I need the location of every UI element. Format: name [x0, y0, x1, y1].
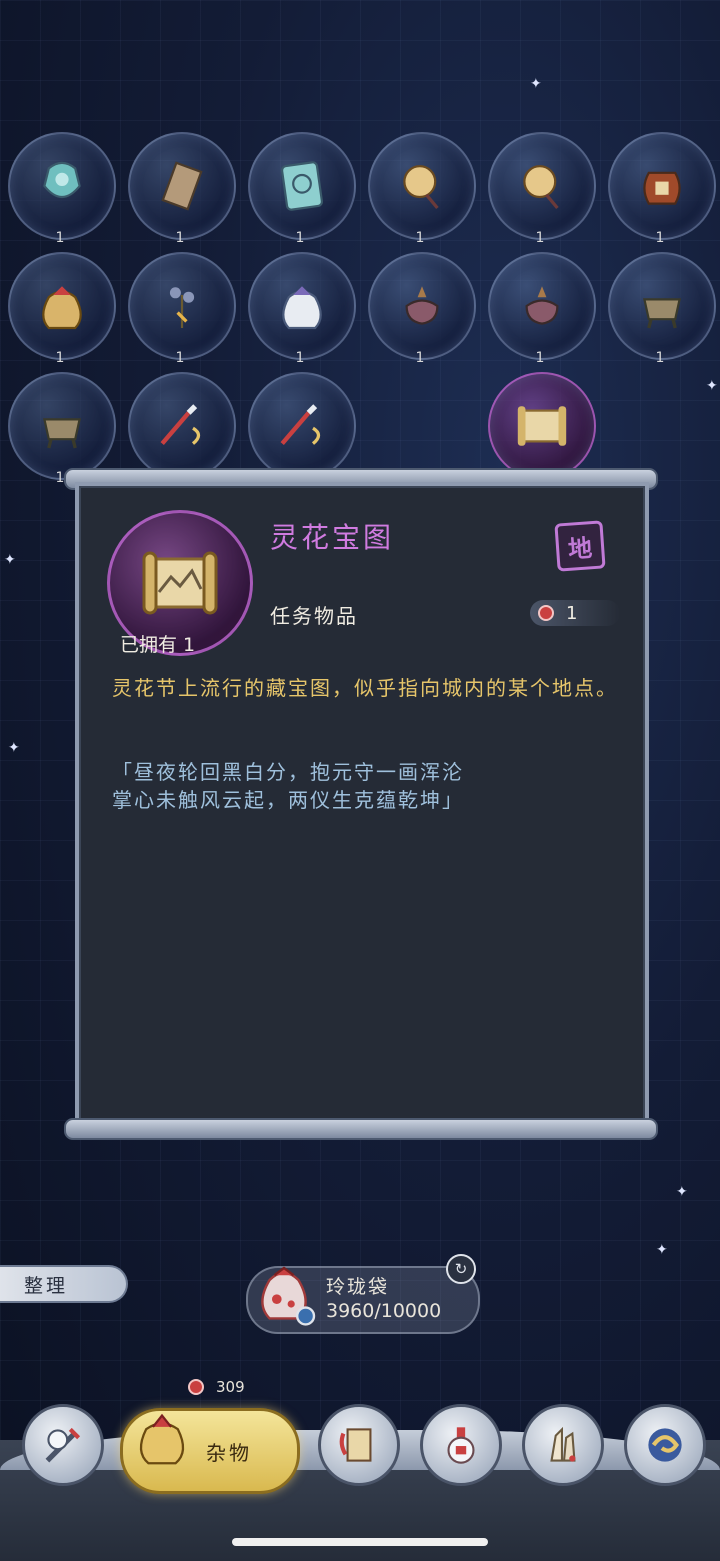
inventory-slot[interactable]	[8, 132, 116, 240]
slot-count: 1	[55, 350, 65, 366]
scroll-paper-icon	[161, 161, 203, 211]
slot-count: 1	[415, 350, 425, 366]
item-description: 灵花节上流行的藏宝图，似乎指向城内的某个地点。	[112, 676, 618, 700]
home-indicator	[232, 1538, 488, 1546]
coin-icon	[188, 1379, 204, 1395]
spiral-icon	[648, 1428, 682, 1462]
tab-potion[interactable]	[420, 1404, 502, 1486]
bag-name: 玲珑袋	[326, 1276, 390, 1298]
bronze-cauldron-icon	[43, 418, 81, 449]
slot-count: 1	[655, 350, 665, 366]
star-decoration: ✦	[676, 1184, 688, 1200]
inventory-slot[interactable]	[248, 252, 356, 360]
item-title: 灵花宝图	[270, 521, 395, 554]
tab-misc-label: 杂物	[206, 1441, 252, 1465]
bronze-cauldron-icon	[643, 298, 681, 329]
item-poem: 「昼夜轮回黑白分，抱元守一画浑沦 掌心未触风云起，两仪生克蕴乾坤」	[112, 758, 622, 814]
star-decoration: ✦	[530, 76, 542, 92]
lucky-bag-icon	[261, 1266, 316, 1326]
coin-icon	[538, 605, 554, 621]
poem-line: 掌心未触风云起，两仪生克蕴乾坤」	[112, 788, 464, 812]
misc-pouch-icon	[139, 1413, 185, 1465]
flower-sprig-icon	[169, 287, 195, 328]
inventory-slot[interactable]	[248, 132, 356, 240]
brush-icon	[160, 404, 201, 446]
panel-bottom-rod	[64, 1118, 658, 1140]
misc-count-value: 309	[216, 1378, 245, 1396]
treasure-map-icon	[517, 406, 567, 446]
brush-icon	[280, 404, 321, 446]
misc-count: 309	[188, 1378, 245, 1396]
tab-spiral[interactable]	[624, 1404, 706, 1486]
owned-count: 已拥有 1	[120, 634, 196, 656]
inventory-slot[interactable]	[608, 252, 716, 360]
gold-medallion-icon	[523, 165, 559, 210]
organize-button[interactable]: 整理	[0, 1265, 128, 1303]
bag-capacity: 3960/10000	[326, 1300, 442, 1322]
incense-burner-icon	[405, 286, 439, 325]
potion-icon	[447, 1427, 475, 1464]
grade-badge: 地	[554, 520, 606, 572]
slot-count: 1	[295, 230, 305, 246]
slot-count: 1	[415, 230, 425, 246]
inventory-slot[interactable]	[488, 132, 596, 240]
inventory-slot[interactable]	[128, 132, 236, 240]
inventory-slot[interactable]	[248, 372, 356, 480]
inventory-slot[interactable]	[368, 132, 476, 240]
inventory-slot[interactable]	[128, 252, 236, 360]
weapon-icon	[45, 1427, 81, 1463]
wine-jar-icon	[643, 171, 681, 205]
inventory-slot[interactable]	[608, 132, 716, 240]
inventory-slot[interactable]	[128, 372, 236, 480]
star-decoration: ✦	[8, 740, 20, 756]
slot-count: 1	[175, 230, 185, 246]
white-pouch-icon	[282, 286, 322, 330]
tab-book[interactable]	[318, 1404, 400, 1486]
tab-weapon[interactable]	[22, 1404, 104, 1486]
inventory-slot[interactable]	[488, 372, 596, 480]
star-decoration: ✦	[706, 378, 718, 394]
slot-count: 1	[55, 230, 65, 246]
gold-pouch-icon	[42, 286, 82, 330]
slot-count: 1	[175, 350, 185, 366]
poem-line: 「昼夜轮回黑白分，抱元守一画浑沦	[112, 760, 464, 784]
incense-burner-icon	[525, 286, 559, 325]
inventory-slot[interactable]	[8, 372, 116, 480]
jade-ornament-icon	[43, 161, 81, 199]
price-chip: 1	[530, 600, 620, 626]
tab-crystal[interactable]	[522, 1404, 604, 1486]
treasure-map-icon	[142, 551, 218, 615]
book-icon	[339, 1428, 372, 1462]
gold-medallion-icon	[403, 165, 439, 210]
slot-count: 1	[295, 350, 305, 366]
star-decoration: ✦	[656, 1242, 668, 1258]
star-decoration: ✦	[4, 552, 16, 568]
item-type-label: 任务物品	[270, 604, 358, 628]
crystal-icon	[550, 1426, 576, 1462]
inventory-slot[interactable]	[8, 252, 116, 360]
slot-count: 1	[535, 350, 545, 366]
rain-talisman-icon	[280, 161, 324, 211]
slot-count: 1	[535, 230, 545, 246]
inventory-slot[interactable]	[488, 252, 596, 360]
price-value: 1	[566, 602, 578, 624]
refresh-icon[interactable]: ↻	[446, 1254, 476, 1284]
inventory-slot[interactable]	[368, 252, 476, 360]
slot-count: 1	[655, 230, 665, 246]
